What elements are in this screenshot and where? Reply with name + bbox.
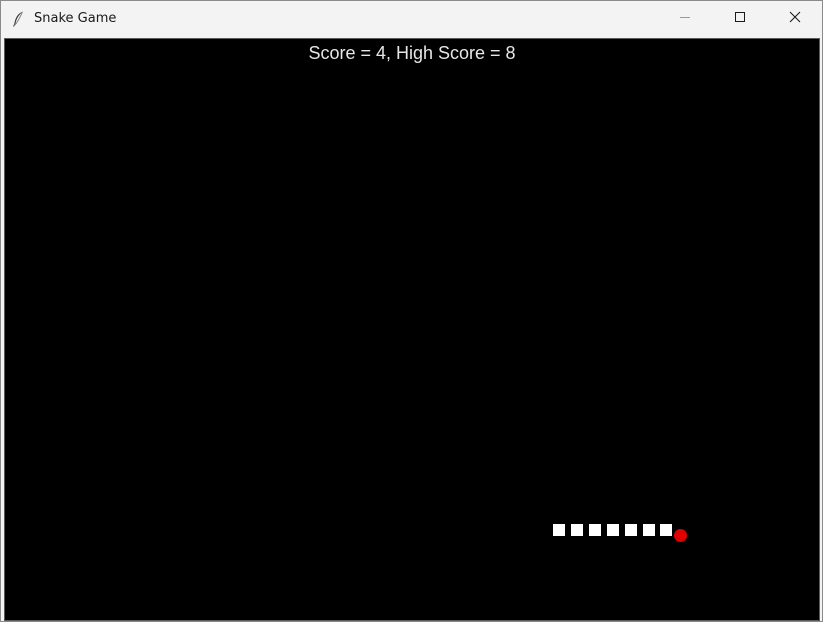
snake-segment xyxy=(589,524,601,536)
food-apple xyxy=(674,529,687,542)
maximize-button[interactable] xyxy=(712,1,767,36)
snake-segment xyxy=(625,524,637,536)
title-bar[interactable]: Snake Game xyxy=(1,1,822,36)
snake-segment xyxy=(643,524,655,536)
snake-head xyxy=(660,524,672,536)
snake-segment xyxy=(607,524,619,536)
score-display: Score = 4, High Score = 8 xyxy=(308,43,516,63)
close-icon xyxy=(789,10,801,28)
maximize-icon xyxy=(734,10,746,28)
minimize-button[interactable] xyxy=(657,1,712,36)
minimize-icon xyxy=(679,10,691,28)
window-controls xyxy=(657,1,822,36)
window-title: Snake Game xyxy=(34,11,117,26)
snake-segment xyxy=(571,524,583,536)
app-window: Snake Game Score = 4, High Score = 8 xyxy=(0,0,823,622)
close-button[interactable] xyxy=(767,1,822,36)
snake-segment xyxy=(553,524,565,536)
game-canvas[interactable]: Score = 4, High Score = 8 xyxy=(4,38,820,621)
feather-icon xyxy=(11,11,25,27)
